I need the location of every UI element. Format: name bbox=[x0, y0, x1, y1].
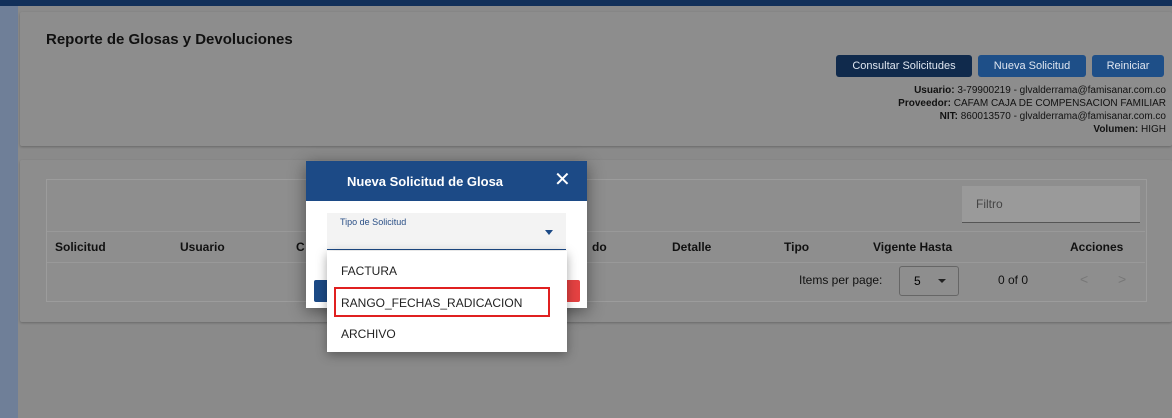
dialog-confirm-button[interactable] bbox=[314, 280, 328, 302]
range-label: 0 of 0 bbox=[998, 273, 1029, 287]
chevron-down-icon bbox=[938, 279, 946, 283]
option-factura[interactable]: FACTURA bbox=[327, 255, 567, 285]
header-partial-do[interactable]: do bbox=[592, 240, 607, 254]
page-title: Reporte de Glosas y Devoluciones bbox=[46, 31, 293, 48]
dropdown-arrow-icon bbox=[545, 230, 553, 235]
proveedor-info: Proveedor: CAFAM CAJA DE COMPENSACION FA… bbox=[898, 98, 1166, 109]
header-usuario[interactable]: Usuario bbox=[180, 240, 225, 254]
tipo-solicitud-options: FACTURA RANGO_FECHAS_RADICACION ARCHIVO bbox=[327, 251, 567, 352]
next-page-button[interactable]: > bbox=[1118, 271, 1126, 287]
dialog-header: Nueva Solicitud de Glosa ✕ bbox=[306, 161, 587, 201]
nueva-solicitud-button[interactable]: Nueva Solicitud bbox=[978, 55, 1086, 77]
left-edge-strip bbox=[0, 6, 18, 418]
dialog-title: Nueva Solicitud de Glosa bbox=[347, 174, 504, 189]
prev-page-button[interactable]: < bbox=[1080, 271, 1088, 287]
usuario-info: Usuario: 3-79900219 - glvalderrama@famis… bbox=[914, 85, 1166, 96]
header-detalle[interactable]: Detalle bbox=[672, 240, 711, 254]
filter-input[interactable]: Filtro bbox=[962, 186, 1140, 223]
header-tipo[interactable]: Tipo bbox=[784, 240, 809, 254]
consultar-solicitudes-button[interactable]: Consultar Solicitudes bbox=[836, 55, 972, 77]
close-icon[interactable]: ✕ bbox=[554, 170, 571, 190]
page-size-select[interactable]: 5 bbox=[899, 266, 959, 296]
option-archivo[interactable]: ARCHIVO bbox=[327, 318, 567, 348]
volumen-info: Volumen: HIGH bbox=[1093, 124, 1166, 135]
nit-info: NIT: 860013570 - glvalderrama@famisanar.… bbox=[939, 111, 1166, 122]
header-vigente-hasta[interactable]: Vigente Hasta bbox=[873, 240, 952, 254]
header-partial-c[interactable]: C bbox=[296, 240, 305, 254]
header-solicitud[interactable]: Solicitud bbox=[55, 240, 106, 254]
header-acciones[interactable]: Acciones bbox=[1070, 240, 1123, 254]
tipo-solicitud-select[interactable]: Tipo de Solicitud bbox=[327, 213, 566, 250]
option-rango-fechas-radicacion[interactable]: RANGO_FECHAS_RADICACION bbox=[334, 287, 550, 317]
tipo-solicitud-label: Tipo de Solicitud bbox=[340, 217, 407, 227]
reiniciar-button[interactable]: Reiniciar bbox=[1092, 55, 1164, 77]
items-per-page-label: Items per page: bbox=[799, 273, 883, 287]
